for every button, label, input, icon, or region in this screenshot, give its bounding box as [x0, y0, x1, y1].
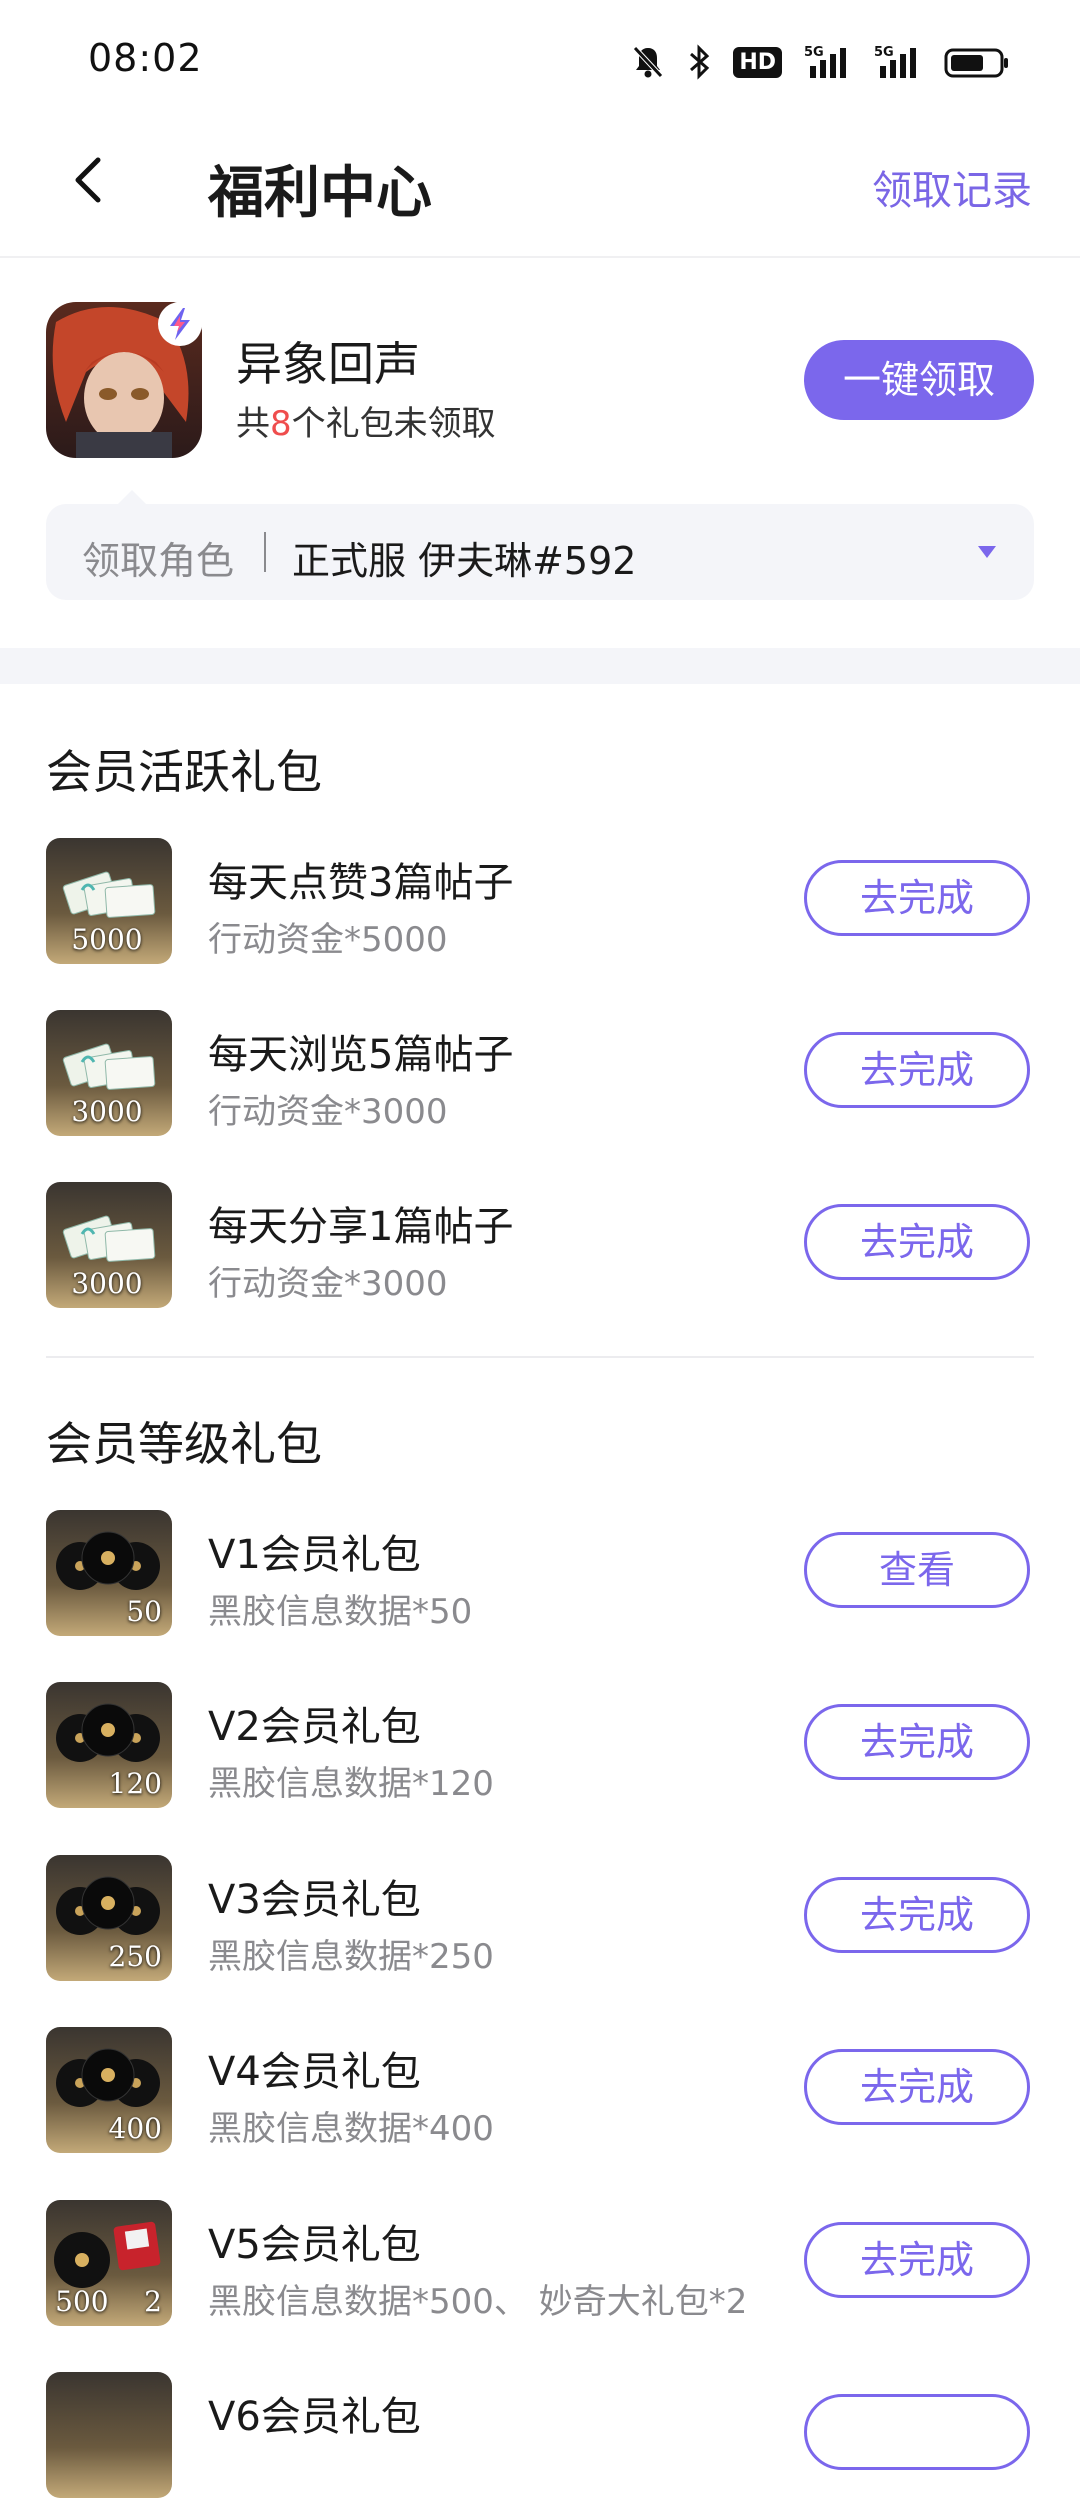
list-item: 50 V1会员礼包 黑胶信息数据*50 查看: [0, 1510, 1080, 1638]
task-reward: 行动资金*3000: [208, 1092, 448, 1132]
status-bar: 08:02 HD 5G 5G: [0, 0, 1080, 120]
reward-qty: 500 2: [55, 2285, 162, 2318]
reward-thumb-funds: 3000: [46, 1182, 172, 1308]
gift-reward: 黑胶信息数据*500、 妙奇大礼包*2: [208, 2282, 748, 2322]
gift-title: V1会员礼包: [208, 1532, 421, 1578]
reward-qty: 3000: [71, 1267, 143, 1300]
reward-qty: 50: [126, 1595, 162, 1628]
go-complete-button[interactable]: [804, 2394, 1030, 2470]
level-gift-section: 会员等级礼包 50 V1会员礼包 黑胶信息数据*50 查看 120 V2会员礼包…: [0, 1358, 1080, 2498]
role-selector[interactable]: 领取角色 正式服 伊夫琳#592: [46, 490, 1034, 600]
go-complete-button[interactable]: 去完成: [804, 860, 1030, 936]
nav-bar: 福利中心 领取记录: [0, 120, 1080, 258]
go-complete-button[interactable]: 去完成: [804, 1204, 1030, 1280]
role-label: 领取角色: [82, 539, 235, 583]
task-reward: 行动资金*5000: [208, 920, 448, 960]
go-complete-button[interactable]: 去完成: [804, 2049, 1030, 2125]
task-title: 每天分享1篇帖子: [208, 1204, 514, 1250]
hd-badge: HD: [733, 46, 782, 78]
task-title: 每天浏览5篇帖子: [208, 1032, 514, 1078]
reward-qty: 120: [108, 1767, 162, 1800]
page-title: 福利中心: [208, 161, 432, 226]
signal-5g-2-icon: 5G: [874, 45, 916, 78]
gift-reward: 黑胶信息数据*50: [208, 1592, 473, 1632]
signal-5g-icon: 5G: [804, 45, 846, 78]
svg-text:5G: 5G: [804, 45, 824, 60]
section-divider: [0, 648, 1080, 684]
gift-reward: 黑胶信息数据*120: [208, 1764, 494, 1804]
reward-thumb-vinyl-gift: 500 2: [46, 2200, 172, 2326]
role-separator: [264, 532, 266, 572]
task-title: 每天点赞3篇帖子: [208, 860, 514, 906]
reward-qty: 5000: [71, 923, 143, 956]
list-item: V6会员礼包: [0, 2372, 1080, 2500]
reward-thumb-vinyl: 50: [46, 1510, 172, 1636]
gift-title: V2会员礼包: [208, 1704, 421, 1750]
list-item: 400 V4会员礼包 黑胶信息数据*400 去完成: [0, 2027, 1080, 2155]
active-gift-section: 会员活跃礼包 5000 每天点赞3篇帖子 行动资金*5000 去完成 3000 …: [0, 684, 1080, 1360]
gift-reward: 黑胶信息数据*250: [208, 1937, 494, 1977]
gift-title: V5会员礼包: [208, 2222, 421, 2268]
reward-qty: 3000: [71, 1095, 143, 1128]
list-item: 250 V3会员礼包 黑胶信息数据*250 去完成: [0, 1855, 1080, 1983]
reward-thumb-funds: 3000: [46, 1010, 172, 1136]
list-item: 500 2 V5会员礼包 黑胶信息数据*500、 妙奇大礼包*2 去完成: [0, 2200, 1080, 2328]
back-arrow-icon[interactable]: [60, 150, 120, 210]
gift-title: V6会员礼包: [208, 2394, 421, 2440]
go-complete-button[interactable]: 去完成: [804, 1704, 1030, 1780]
mute-bell-icon: [633, 46, 664, 78]
claim-all-button[interactable]: 一键领取: [804, 340, 1034, 420]
status-time: 08:02: [88, 36, 203, 80]
gift-reward: 黑胶信息数据*400: [208, 2109, 494, 2149]
game-badge: [158, 302, 202, 346]
dropdown-triangle-icon[interactable]: [976, 544, 998, 560]
list-item: 5000 每天点赞3篇帖子 行动资金*5000 去完成: [0, 838, 1080, 966]
go-complete-button[interactable]: 去完成: [804, 1032, 1030, 1108]
game-card: 异象回声 共8个礼包未领取 一键领取 领取角色 正式服 伊夫琳#592: [0, 258, 1080, 683]
reward-qty: 250: [108, 1940, 162, 1973]
svg-text:5G: 5G: [874, 45, 894, 60]
role-value: 正式服 伊夫琳#592: [292, 539, 637, 583]
unclaimed-prefix: 共: [236, 404, 270, 444]
reward-thumb-vinyl: [46, 2372, 172, 2498]
list-item: 3000 每天浏览5篇帖子 行动资金*3000 去完成: [0, 1010, 1080, 1138]
list-item: 120 V2会员礼包 黑胶信息数据*120 去完成: [0, 1682, 1080, 1810]
section-title-active: 会员活跃礼包: [46, 745, 322, 799]
bluetooth-icon: [690, 44, 710, 80]
reward-thumb-vinyl: 120: [46, 1682, 172, 1808]
unclaimed-suffix: 个礼包未领取: [291, 404, 496, 444]
reward-thumb-vinyl: 400: [46, 2027, 172, 2153]
status-icons: HD 5G 5G: [631, 42, 1010, 82]
unclaimed-count: 8: [270, 404, 292, 444]
go-complete-button[interactable]: 去完成: [804, 2222, 1030, 2298]
reward-thumb-vinyl: 250: [46, 1855, 172, 1981]
claim-history-link[interactable]: 领取记录: [872, 158, 1032, 216]
list-item: 3000 每天分享1篇帖子 行动资金*3000 去完成: [0, 1182, 1080, 1310]
game-name: 异象回声: [236, 337, 420, 391]
view-button[interactable]: 查看: [804, 1532, 1030, 1608]
battery-icon: [944, 48, 1008, 78]
task-reward: 行动资金*3000: [208, 1264, 448, 1304]
gift-title: V3会员礼包: [208, 1877, 421, 1923]
unclaimed-summary: 共8个礼包未领取: [236, 396, 496, 445]
section-title-level: 会员等级礼包: [46, 1417, 322, 1471]
lightning-icon: [170, 308, 190, 340]
go-complete-button[interactable]: 去完成: [804, 1877, 1030, 1953]
reward-thumb-funds: 5000: [46, 838, 172, 964]
reward-qty: 400: [108, 2112, 162, 2145]
gift-title: V4会员礼包: [208, 2049, 421, 2095]
